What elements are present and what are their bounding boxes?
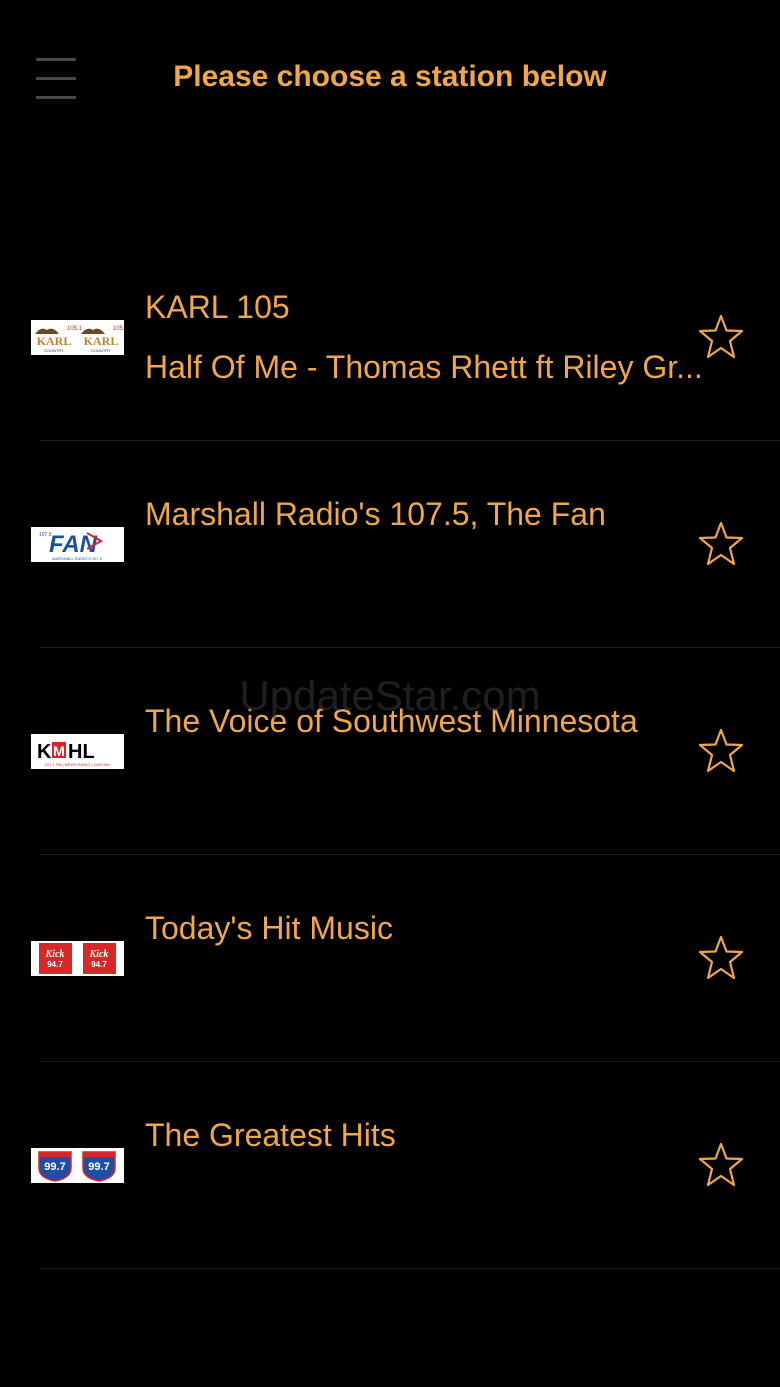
svg-text:101.7 FM | NEWS RADIO | 1400 A: 101.7 FM | NEWS RADIO | 1400 AM <box>45 762 110 767</box>
station-row-karl[interactable]: KARL KARL COUNTRY COUNTRY 105.1 105.1 KA… <box>0 234 780 441</box>
kick-logo-icon: Kick 94.7 Kick 94.7 <box>31 941 124 976</box>
fan-logo-icon: 107.5 FAN MARSHALL RADIO'S 107.5 <box>31 527 124 562</box>
shield-997-logo-icon: 99.7 99.7 <box>31 1148 124 1183</box>
svg-text:K: K <box>37 741 52 763</box>
station-row-kmhl[interactable]: K M HL 101.7 FM | NEWS RADIO | 1400 AM T… <box>0 648 780 855</box>
menu-bar-bottom <box>36 96 76 99</box>
favorite-star-icon[interactable] <box>697 727 745 775</box>
row-divider <box>40 1268 780 1269</box>
karl-logo-icon: KARL KARL COUNTRY COUNTRY 105.1 105.1 <box>31 320 124 355</box>
favorite-star-icon[interactable] <box>697 1141 745 1189</box>
svg-text:94.7: 94.7 <box>91 960 107 969</box>
station-title: The Voice of Southwest Minnesota <box>145 703 638 739</box>
svg-text:94.7: 94.7 <box>47 960 63 969</box>
station-title: Today's Hit Music <box>145 910 393 946</box>
svg-text:Kick: Kick <box>89 949 109 960</box>
svg-text:99.7: 99.7 <box>88 1161 109 1173</box>
now-playing-text: Half Of Me - Thomas Rhett ft Riley Gr... <box>145 349 703 385</box>
svg-text:Kick: Kick <box>45 949 65 960</box>
svg-text:HL: HL <box>68 741 95 763</box>
station-title: KARL 105 <box>145 289 290 325</box>
station-row-greatest-hits[interactable]: 99.7 99.7 The Greatest Hits <box>0 1062 780 1269</box>
station-list: KARL KARL COUNTRY COUNTRY 105.1 105.1 KA… <box>0 234 780 1269</box>
station-logo-the-fan: 107.5 FAN MARSHALL RADIO'S 107.5 <box>31 527 124 562</box>
kmhl-logo-icon: K M HL 101.7 FM | NEWS RADIO | 1400 AM <box>31 734 124 769</box>
svg-text:105.1: 105.1 <box>67 326 83 332</box>
svg-text:KARL: KARL <box>37 334 72 348</box>
station-row-the-fan[interactable]: 107.5 FAN MARSHALL RADIO'S 107.5 Marshal… <box>0 441 780 648</box>
station-logo-kmhl: K M HL 101.7 FM | NEWS RADIO | 1400 AM <box>31 734 124 769</box>
favorite-star-icon[interactable] <box>697 313 745 361</box>
svg-text:KARL: KARL <box>84 334 119 348</box>
station-row-kick[interactable]: Kick 94.7 Kick 94.7 Today's Hit Music <box>0 855 780 1062</box>
favorite-star-icon[interactable] <box>697 520 745 568</box>
app-header: Please choose a station below <box>0 0 780 160</box>
station-title: The Greatest Hits <box>145 1117 396 1153</box>
svg-text:COUNTRY: COUNTRY <box>44 348 64 353</box>
svg-text:COUNTRY: COUNTRY <box>91 348 111 353</box>
svg-text:105.1: 105.1 <box>113 326 124 332</box>
svg-text:M: M <box>53 743 65 759</box>
station-logo-997: 99.7 99.7 <box>31 1148 124 1183</box>
station-logo-kick: Kick 94.7 Kick 94.7 <box>31 941 124 976</box>
svg-text:99.7: 99.7 <box>44 1161 65 1173</box>
page-title: Please choose a station below <box>173 60 607 93</box>
svg-text:MARSHALL RADIO'S 107.5: MARSHALL RADIO'S 107.5 <box>52 556 103 561</box>
favorite-star-icon[interactable] <box>697 934 745 982</box>
station-logo-karl: KARL KARL COUNTRY COUNTRY 105.1 105.1 <box>31 320 124 355</box>
station-title: Marshall Radio's 107.5, The Fan <box>145 496 606 532</box>
